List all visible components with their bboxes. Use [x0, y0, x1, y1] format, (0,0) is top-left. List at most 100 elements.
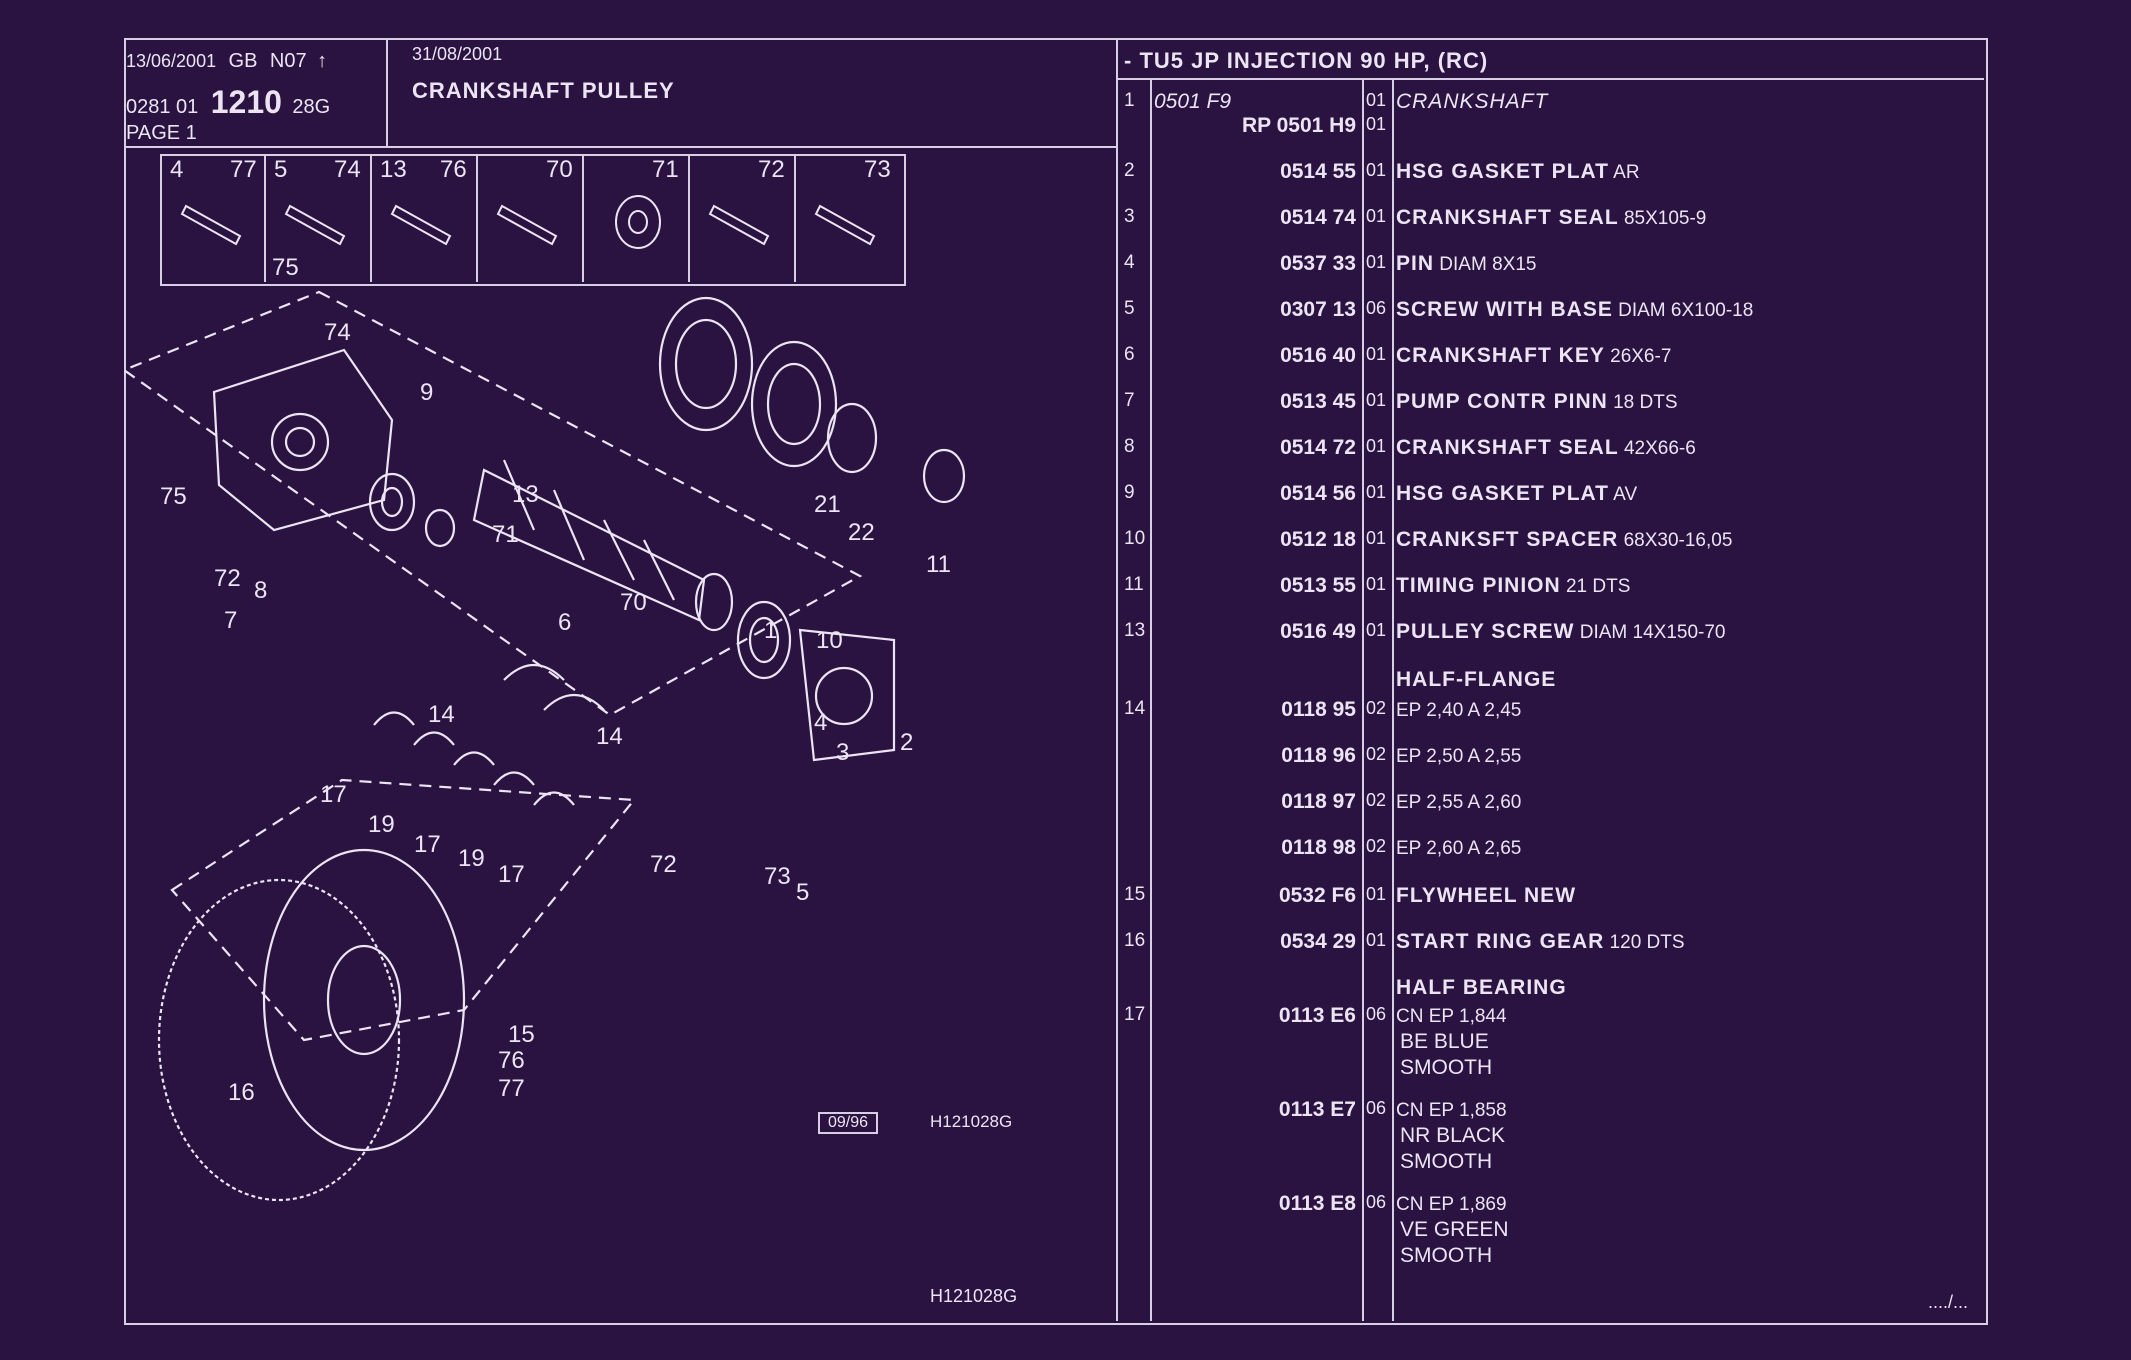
part-description: EP 2,60 A 2,65 [1396, 836, 1521, 860]
callout-label: 14 [596, 723, 623, 750]
part-spec: 21 DTS [1560, 576, 1631, 597]
print-date: 31/08/2001 [412, 44, 503, 64]
hardware-cell-divider [794, 154, 796, 282]
part-item-number: 15 [1124, 884, 1146, 905]
part-item-number: 16 [1124, 930, 1146, 951]
part-name: PIN [1396, 252, 1435, 275]
part-reference: 0113 E7 [1278, 1098, 1356, 1121]
part-quantity: 01 [1366, 884, 1387, 904]
part-spec-line: NR BLACK [1400, 1124, 1506, 1147]
part-reference: 0532 F6 [1278, 884, 1356, 907]
callout-label: 4 [814, 709, 827, 736]
part-description: PULLEY SCREW DIAM 14X150-70 [1396, 620, 1726, 644]
part-spec-line: SMOOTH [1400, 1244, 1493, 1267]
part-description: SCREW WITH BASE DIAM 6X100-18 [1396, 298, 1753, 322]
part-reference: 0514 56 [1280, 482, 1356, 505]
part-quantity: 01 [1366, 206, 1387, 226]
part-description: PIN DIAM 8X15 [1396, 252, 1536, 276]
part-name: HSG GASKET PLAT [1396, 482, 1609, 505]
hardware-cell-left-label: 13 [380, 156, 407, 183]
callout-label: 74 [324, 319, 351, 346]
part-quantity: 01 [1366, 436, 1387, 456]
part-spec: EP 2,55 A 2,60 [1396, 792, 1522, 813]
ref-prefix: 0281 01 [126, 96, 199, 118]
callout-label: 5 [796, 879, 809, 906]
callout-label: 22 [848, 519, 875, 546]
part-reference: 0113 E8 [1278, 1192, 1356, 1215]
part-spec-line: SMOOTH [1400, 1056, 1493, 1079]
part-item-number: 3 [1124, 206, 1135, 227]
part-description: CRANKSHAFT [1396, 90, 1548, 114]
callout-label: 72 [650, 851, 677, 878]
part-quantity: 01 [1366, 344, 1387, 364]
part-name: TIMING PINION [1396, 574, 1561, 597]
callout-label: 19 [368, 811, 395, 838]
part-name: HALF BEARING [1396, 976, 1567, 999]
hardware-cell-extra-label: 75 [272, 254, 299, 281]
continued-marker: ..../... [1928, 1292, 1969, 1312]
part-item-number: 7 [1124, 390, 1135, 411]
screw-icon [814, 204, 876, 246]
revision-date-box: 09/96 [818, 1112, 879, 1134]
part-item-number: 13 [1124, 620, 1146, 641]
part-description: EP 2,50 A 2,55 [1396, 744, 1521, 768]
part-quantity: 06 [1366, 298, 1387, 318]
part-item-number: 1 [1124, 90, 1135, 111]
part-reference: 0514 72 [1280, 436, 1356, 459]
part-item-number: 11 [1124, 574, 1144, 595]
callout-label: 3 [836, 739, 849, 766]
part-spec: 42X66-6 [1618, 438, 1696, 459]
part-reference: RP 0501 H9 [1241, 114, 1356, 137]
part-reference: 0113 E6 [1278, 1004, 1356, 1027]
part-description: EP 2,40 A 2,45 [1396, 698, 1521, 722]
part-item-number: 4 [1124, 252, 1135, 273]
hardware-cell-divider [370, 154, 372, 282]
drawing-code-bottom: H121028G [930, 1286, 1018, 1306]
part-spec: CN EP 1,844 [1396, 1006, 1507, 1027]
part-name: PUMP CONTR PINN [1396, 390, 1608, 413]
callout-label: 15 [508, 1021, 535, 1048]
pin-icon [180, 204, 242, 246]
part-item-number: 5 [1124, 298, 1135, 319]
part-item-number: 8 [1124, 436, 1135, 457]
region-code: GB [228, 50, 258, 72]
callout-label: 75 [160, 483, 187, 510]
part-description: FLYWHEEL NEW [1396, 884, 1576, 908]
callout-label: 19 [458, 845, 485, 872]
callout-label: 77 [498, 1075, 525, 1102]
callout-label: 14 [428, 701, 455, 728]
part-quantity: 01 [1366, 160, 1387, 180]
callout-label: 71 [492, 521, 519, 548]
part-reference: 0512 18 [1280, 528, 1356, 551]
callout-label: 16 [228, 1079, 255, 1106]
callout-label: 21 [814, 491, 841, 518]
revision-code: N07 [269, 50, 307, 72]
part-name: FLYWHEEL NEW [1396, 884, 1577, 907]
part-reference: 0118 97 [1281, 790, 1356, 813]
hardware-cell-right-label: 73 [864, 156, 891, 183]
part-reference: 0537 33 [1280, 252, 1356, 275]
exploded-diagram: 7497572 87137170212211106 143 2141417191719… [124, 290, 966, 1202]
hardware-cell-right-label: 77 [230, 156, 257, 183]
part-description: TIMING PINION 21 DTS [1396, 574, 1630, 598]
up-arrow-icon: ↑ [317, 50, 328, 72]
header-vsep [386, 38, 388, 146]
part-item-number: 10 [1124, 528, 1146, 549]
part-description: CN EP 1,844 [1396, 1004, 1507, 1028]
header-date-line: 13/06/2001 GB N07 ↑ [126, 50, 327, 73]
part-description: CN EP 1,869 [1396, 1192, 1507, 1216]
part-item-number: 2 [1124, 160, 1135, 181]
callout-label: 2 [900, 729, 913, 756]
part-reference: 0307 13 [1280, 298, 1356, 321]
part-quantity: 01 [1366, 528, 1387, 548]
part-quantity: 01 [1366, 930, 1387, 950]
part-item-number: 14 [1124, 698, 1146, 719]
part-name: CRANKSHAFT [1396, 90, 1549, 113]
part-description: CRANKSHAFT SEAL 85X105-9 [1396, 206, 1706, 230]
callout-label: 70 [620, 589, 647, 616]
part-spec: 26X6-7 [1604, 346, 1672, 367]
part-name: HALF-FLANGE [1396, 668, 1557, 691]
page-number: PAGE 1 [126, 122, 197, 144]
hardware-cell-right-label: 76 [440, 156, 467, 183]
hardware-cell-left-label: 4 [170, 156, 184, 183]
